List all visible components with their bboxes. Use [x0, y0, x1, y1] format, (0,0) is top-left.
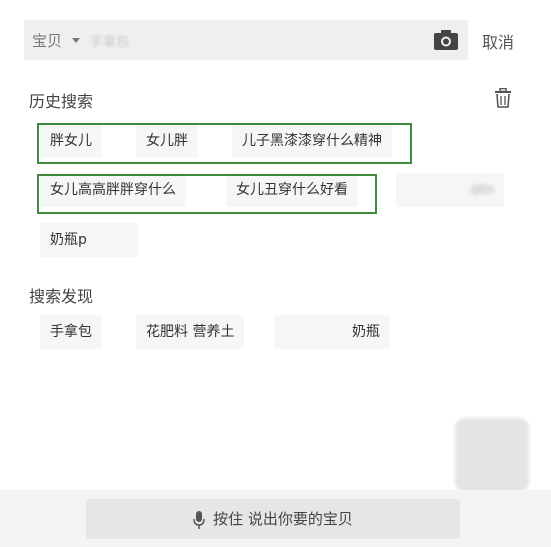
history-chip-label: 奶瓶p — [50, 232, 87, 248]
history-section-title: 历史搜索 — [29, 92, 94, 111]
cancel-button[interactable]: 取消 — [482, 29, 514, 53]
chevron-down-icon[interactable] — [72, 38, 80, 43]
discover-chip[interactable]: 手拿包 — [40, 315, 102, 349]
discover-section-title: 搜索发现 — [29, 287, 94, 306]
microphone-icon — [193, 510, 205, 529]
highlight-box — [37, 123, 412, 164]
search-input[interactable]: 手拿包 — [90, 31, 129, 50]
floating-button[interactable] — [455, 418, 529, 492]
search-scope-selector[interactable]: 宝贝 — [32, 30, 62, 51]
discover-chip[interactable]: 奶瓶 — [274, 315, 390, 349]
search-bar[interactable]: 宝贝 手拿包 — [24, 20, 468, 60]
history-chip-label: otn — [471, 182, 494, 198]
history-chip[interactable]: otn — [396, 173, 504, 207]
discover-chip[interactable]: 花肥料 营养土 — [136, 315, 245, 349]
discover-chip-label: 奶瓶 — [352, 324, 380, 340]
camera-icon[interactable] — [433, 29, 459, 51]
voice-search-button[interactable]: 按住 说出你要的宝贝 — [86, 499, 460, 539]
history-chip[interactable]: 奶瓶p — [40, 223, 138, 257]
voice-button-label: 按住 说出你要的宝贝 — [213, 510, 353, 528]
trash-icon[interactable] — [494, 88, 512, 108]
highlight-box — [37, 174, 377, 214]
